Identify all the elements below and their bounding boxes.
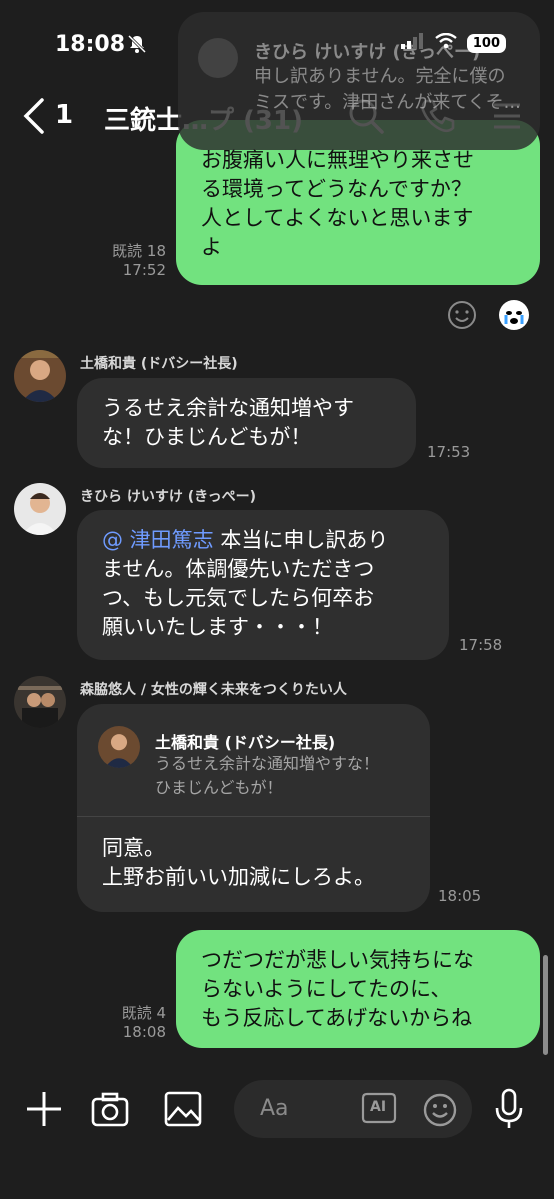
message-time: 17:52 <box>122 261 166 279</box>
message-line: る環境ってどうなんですか？ <box>201 177 472 201</box>
status-time: 18:08 <box>55 32 126 57</box>
quote-line: ひまじんどもが！ <box>155 778 283 797</box>
message-bubble-outgoing[interactable]: つだつだが悲しい気持ちにな らないようにしてたのに、 もう反応してあげないからね <box>176 930 540 1048</box>
message-line: ません。体調優先いただきつ <box>102 557 375 581</box>
notification-avatar <box>198 38 238 78</box>
mention-link[interactable]: @ 津田篤志 <box>102 528 214 552</box>
message-time: 18:08 <box>122 1023 166 1041</box>
image-icon[interactable] <box>164 1090 202 1132</box>
quote-line: うるせえ余計な通知増やすな！ <box>155 754 380 773</box>
unread-count[interactable]: 1 <box>55 100 73 130</box>
message-time: 18:05 <box>438 887 482 905</box>
notification-text: 申し訳ありません。完全に僕の <box>254 66 506 87</box>
message-line: 願いいたします・・・！ <box>102 615 333 639</box>
back-icon[interactable] <box>22 96 46 145</box>
sender-name: きひら けいすけ (きっぺー) <box>80 489 256 505</box>
camera-icon[interactable] <box>91 1090 129 1132</box>
reply-quote[interactable]: 土橋和貴 (ドバシー社長) うるせえ余計な通知増やすな！ ひまじんどもが！ <box>77 704 430 817</box>
message-line: お腹痛い人に無理やり来させ <box>201 148 474 172</box>
message-line: もう反応してあげないからね <box>201 1006 473 1030</box>
message-line: な！ひまじんどもが！ <box>102 425 312 449</box>
message-line: らないようにしてたのに、 <box>201 977 452 1001</box>
message-bubble-incoming[interactable]: うるせえ余計な通知増やす な！ひまじんどもが！ <box>77 378 416 468</box>
plus-icon[interactable] <box>25 1090 63 1132</box>
emoji-icon[interactable] <box>422 1092 458 1132</box>
message-line: つだつだが悲しい気持ちにな <box>201 948 474 972</box>
signal-icon <box>400 33 425 53</box>
read-receipt: 既読 4 <box>121 1004 166 1022</box>
message-bubble-incoming[interactable]: @ 津田篤志 本当に申し訳あり ません。体調優先いただきつ つ、もし元気でしたら… <box>77 510 449 660</box>
ai-icon[interactable]: AI <box>361 1092 397 1130</box>
smiley-reaction-icon[interactable] <box>447 300 477 334</box>
message-line: 上野お前いい加減にしろよ。 <box>102 865 375 889</box>
message-line: 同意。 <box>102 836 165 860</box>
read-receipt: 既読 18 <box>112 242 166 260</box>
bell-slash-icon <box>127 34 147 58</box>
wifi-icon <box>435 32 457 53</box>
notification-text: ミスです。津田さんが来てくそ... <box>254 92 521 113</box>
message-bubble-incoming[interactable]: 土橋和貴 (ドバシー社長) うるせえ余計な通知増やすな！ ひまじんどもが！ 同意… <box>77 704 430 912</box>
battery-icon: 100 <box>466 33 506 53</box>
message-time: 17:58 <box>459 636 503 654</box>
sender-name: 森脇悠人 / 女性の輝く未来をつくりたい人 <box>80 682 347 698</box>
message-time: 17:53 <box>427 443 471 461</box>
scrollbar[interactable] <box>543 955 548 1055</box>
message-line: 人としてよくないと思います <box>201 206 474 230</box>
message-input-placeholder: Aa <box>260 1096 289 1121</box>
message-line: よ <box>201 235 222 259</box>
sender-name: 土橋和貴 (ドバシー社長) <box>80 356 238 372</box>
quote-avatar <box>98 726 140 768</box>
avatar[interactable] <box>14 483 66 535</box>
mic-icon[interactable] <box>493 1088 525 1134</box>
ai-label: AI <box>370 1099 387 1115</box>
crying-sticker-icon[interactable] <box>498 299 530 335</box>
message-line: 本当に申し訳あり <box>213 528 389 552</box>
avatar[interactable] <box>14 676 66 728</box>
message-line: うるせえ余計な通知増やす <box>102 396 354 420</box>
message-line: つ、もし元気でしたら何卒お <box>102 586 375 610</box>
avatar[interactable] <box>14 350 66 402</box>
